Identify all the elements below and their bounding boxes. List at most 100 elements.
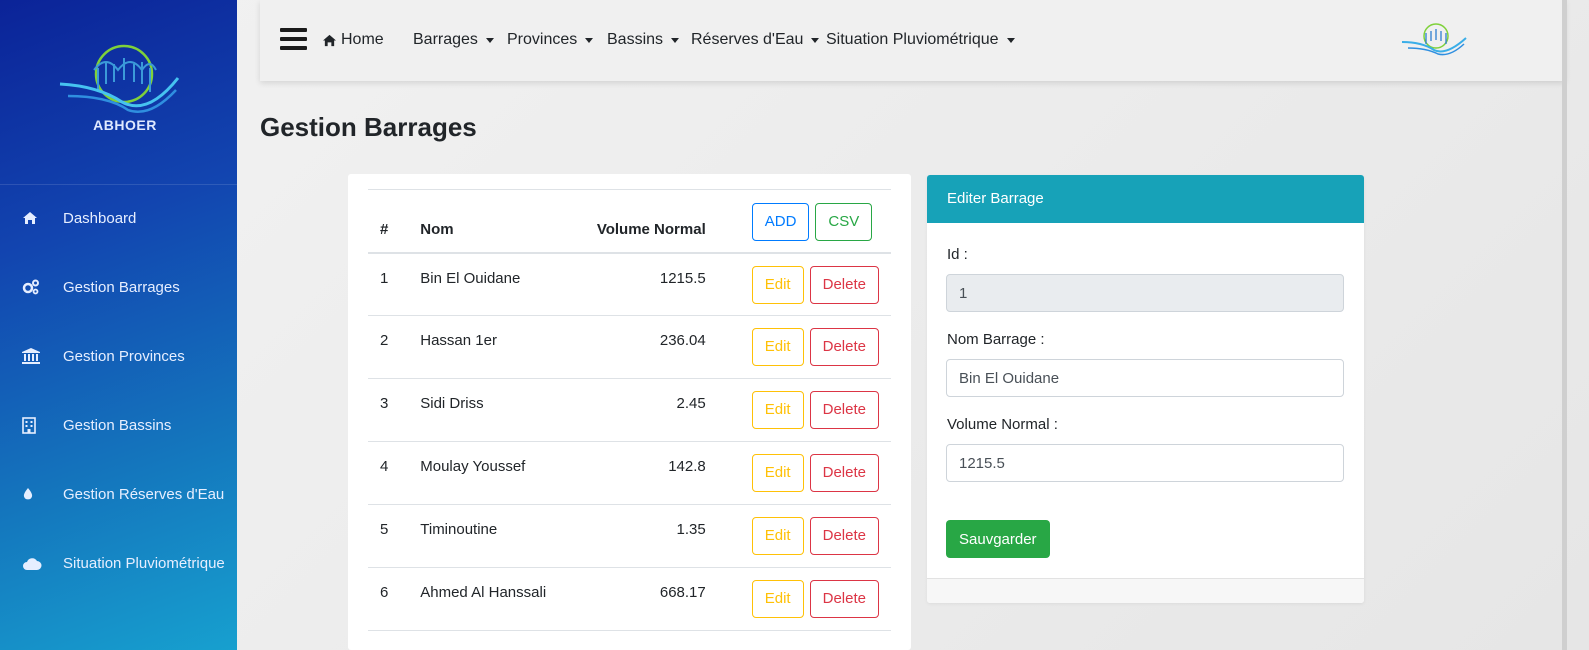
nom-barrage-label: Nom Barrage : — [947, 331, 1045, 348]
delete-button[interactable]: Delete — [809, 580, 879, 618]
nav-menu-barrages[interactable]: Barrages — [413, 31, 494, 49]
edit-button[interactable]: Edit — [751, 580, 804, 618]
sidebar-item-gestion-reserves[interactable]: Gestion Réserves d'Eau — [0, 474, 237, 514]
edit-button[interactable]: Edit — [751, 454, 804, 492]
row-volume: 1.35 — [564, 504, 718, 568]
id-field[interactable] — [946, 274, 1344, 312]
cloud-icon — [0, 557, 63, 570]
row-index: 2 — [368, 315, 409, 379]
home-icon — [323, 34, 336, 46]
row-actions: Edit Delete — [717, 315, 891, 379]
sidebar-item-label: Situation Pluviométrique — [63, 554, 225, 572]
csv-button[interactable]: CSV — [815, 202, 873, 241]
sidebar: ABHOER Dashboard Gestion Barrages Gestio… — [0, 0, 237, 650]
edit-button[interactable]: Edit — [751, 328, 804, 366]
edit-card-footer — [927, 578, 1364, 603]
building-icon — [0, 416, 63, 434]
row-name: Sidi Driss — [408, 378, 565, 442]
row-index: 6 — [368, 567, 409, 631]
table-row-spacer — [368, 630, 891, 650]
column-header-actions: ADD CSV — [717, 189, 891, 254]
id-label: Id : — [947, 246, 968, 263]
sidebar-divider — [0, 184, 237, 185]
row-name: Moulay Youssef — [408, 441, 565, 505]
abhoer-logo-icon — [1401, 23, 1467, 56]
row-volume: 142.8 — [564, 441, 718, 505]
row-actions: Edit Delete — [717, 441, 891, 505]
sidebar-item-label: Gestion Bassins — [63, 416, 172, 434]
sidebar-item-label: Gestion Réserves d'Eau — [63, 485, 225, 503]
nav-menu-bassins[interactable]: Bassins — [607, 31, 680, 49]
column-header-volume: Volume Normal — [564, 189, 718, 254]
nav-menu-label: Réserves d'Eau — [691, 31, 804, 48]
volume-normal-label: Volume Normal : — [947, 416, 1058, 433]
water-drop-icon — [0, 487, 63, 501]
table-row: 5 Timinoutine 1.35 Edit Delete — [368, 504, 891, 568]
caret-down-icon — [1006, 37, 1015, 43]
save-button[interactable]: Sauvgarder — [946, 520, 1050, 558]
row-name: Ahmed Al Hanssali — [408, 567, 565, 631]
sidebar-item-dashboard[interactable]: Dashboard — [0, 198, 237, 238]
volume-normal-field[interactable] — [946, 444, 1344, 482]
edit-button[interactable]: Edit — [751, 265, 804, 304]
nav-home-link[interactable]: Home — [322, 31, 384, 49]
menu-toggle-button[interactable] — [280, 28, 307, 55]
column-header-nom: Nom — [408, 189, 565, 254]
page-scrollbar[interactable] — [1562, 0, 1567, 650]
caret-down-icon — [811, 37, 820, 43]
row-actions: Edit Delete — [717, 378, 891, 442]
sidebar-item-label: Dashboard — [63, 209, 137, 227]
add-button[interactable]: ADD — [751, 202, 810, 241]
table-row: 3 Sidi Driss 2.45 Edit Delete — [368, 378, 891, 442]
edit-card-header: Editer Barrage — [927, 175, 1364, 223]
nav-menu-reserves[interactable]: Réserves d'Eau — [691, 31, 820, 49]
row-volume: 668.17 — [564, 567, 718, 631]
sidebar-item-gestion-barrages[interactable]: Gestion Barrages — [0, 267, 237, 307]
delete-button[interactable]: Delete — [809, 391, 879, 429]
row-name: Hassan 1er — [408, 315, 565, 379]
caret-down-icon — [671, 37, 680, 43]
table-row: 1 Bin El Ouidane 1215.5 Edit Delete — [368, 252, 891, 316]
table-row: 4 Moulay Youssef 142.8 Edit Delete — [368, 441, 891, 505]
table-row: 2 Hassan 1er 236.04 Edit Delete — [368, 315, 891, 379]
barrages-table-card: # Nom Volume Normal ADD CSV 1 Bin El Ouid… — [348, 174, 911, 650]
delete-button[interactable]: Delete — [809, 328, 879, 366]
nav-menu-label: Barrages — [413, 31, 478, 48]
edit-button[interactable]: Edit — [751, 517, 804, 555]
caret-down-icon — [585, 37, 594, 43]
sidebar-item-label: Gestion Barrages — [63, 278, 180, 296]
row-volume: 1215.5 — [564, 252, 718, 316]
sidebar-item-gestion-provinces[interactable]: Gestion Provinces — [0, 336, 237, 376]
column-header-index: # — [368, 189, 409, 254]
brand-logo[interactable]: ABHOER — [0, 0, 237, 185]
nav-menu-label: Provinces — [507, 31, 578, 48]
delete-button[interactable]: Delete — [809, 454, 879, 492]
nav-menu-provinces[interactable]: Provinces — [507, 31, 594, 49]
barrages-table: # Nom Volume Normal ADD CSV 1 Bin El Ouid… — [368, 189, 891, 650]
row-index: 3 — [368, 378, 409, 442]
top-navbar: Home Barrages Provinces Bassins Réserves… — [260, 0, 1565, 81]
delete-button[interactable]: Delete — [809, 265, 879, 304]
row-index: 1 — [368, 252, 409, 316]
nav-menu-label: Situation Pluviométrique — [826, 31, 999, 48]
nom-barrage-field[interactable] — [946, 359, 1344, 397]
row-volume: 236.04 — [564, 315, 718, 379]
nav-menu-situation[interactable]: Situation Pluviométrique — [826, 31, 1015, 49]
row-actions: Edit Delete — [717, 567, 891, 631]
table-header-row: # Nom Volume Normal ADD CSV — [368, 189, 891, 254]
brand-name: ABHOER — [93, 117, 157, 133]
delete-button[interactable]: Delete — [809, 517, 879, 555]
abhoer-logo-icon — [59, 44, 180, 113]
row-actions: Edit Delete — [717, 504, 891, 568]
row-name: Bin El Ouidane — [408, 252, 565, 316]
home-icon — [0, 211, 63, 225]
sidebar-item-gestion-bassins[interactable]: Gestion Bassins — [0, 405, 237, 445]
bank-icon — [0, 348, 63, 364]
nav-home-label: Home — [341, 31, 384, 48]
sidebar-item-label: Gestion Provinces — [63, 347, 185, 365]
sidebar-item-situation-pluviometrique[interactable]: Situation Pluviométrique — [0, 543, 237, 583]
table-row: 6 Ahmed Al Hanssali 668.17 Edit Delete — [368, 567, 891, 631]
edit-button[interactable]: Edit — [751, 391, 804, 429]
caret-down-icon — [485, 37, 494, 43]
navbar-logo — [1400, 22, 1480, 63]
